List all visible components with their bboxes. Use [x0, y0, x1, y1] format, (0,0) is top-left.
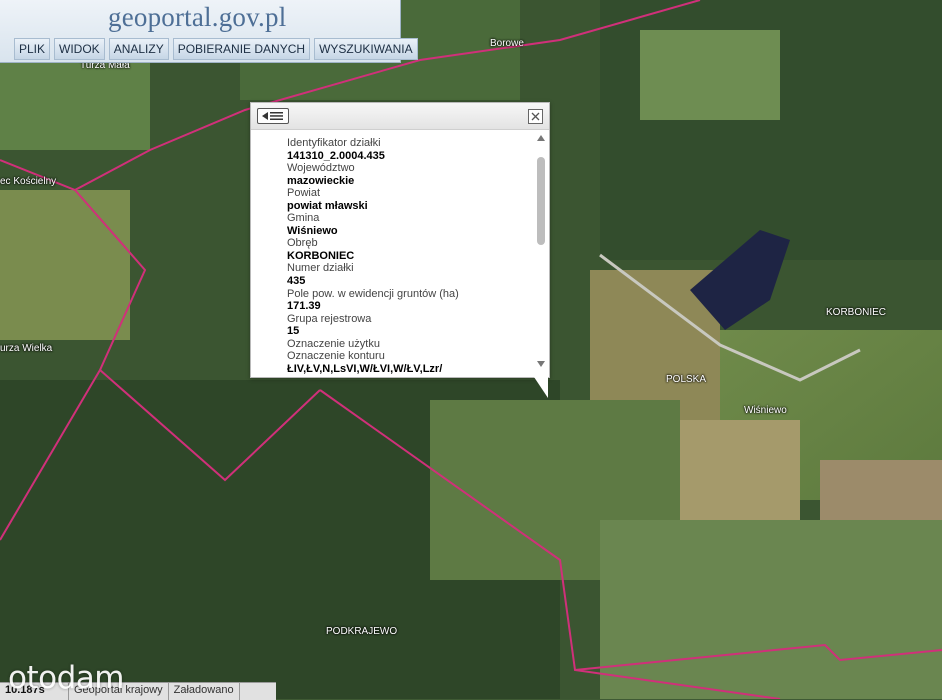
place-label-korboniec: KORBONIEC	[826, 307, 887, 318]
field-value: ŁIV,ŁV,N,LsVI,W/ŁVI,W/ŁV,Lzr/	[287, 362, 443, 375]
field-value: 15	[287, 325, 300, 338]
field	[0, 190, 130, 340]
place-label-turza-wielka: urza Wielka	[0, 343, 53, 354]
field-label: Gmina	[287, 212, 320, 225]
parcel-info-popup: Identyfikator działki 141310_2.0004.435 …	[250, 102, 550, 378]
place-label-borowe: Borowe	[490, 38, 524, 49]
field-value: mazowieckie	[287, 174, 355, 187]
popup-scrollbar[interactable]	[535, 131, 547, 371]
field-label: Oznaczenie użytku	[287, 337, 380, 350]
field-value: 435	[287, 275, 306, 288]
back-list-icon	[262, 112, 283, 120]
menu-widok[interactable]: WIDOK	[54, 38, 105, 60]
menu-wyszukiwania[interactable]: WYSZUKIWANIA	[314, 38, 418, 60]
popup-content: Identyfikator działki 141310_2.0004.435 …	[287, 137, 527, 375]
field	[0, 60, 150, 150]
field-value: Wiśniewo	[287, 224, 338, 237]
field-label: Oznaczenie konturu	[287, 350, 385, 363]
scroll-up-arrow-icon[interactable]	[536, 133, 546, 143]
app-header: geoportal.gov.pl PLIK WIDOK ANALIZY POBI…	[0, 0, 418, 63]
place-label-ec-koscielny: ec Kościelny	[0, 176, 57, 187]
scroll-thumb[interactable]	[537, 157, 545, 245]
menu-pobieranie-danych[interactable]: POBIERANIE DANYCH	[172, 38, 311, 60]
main-menu: PLIK WIDOK ANALIZY POBIERANIE DANYCH WYS…	[14, 38, 418, 60]
scroll-down-arrow-icon[interactable]	[536, 359, 546, 369]
field-value: powiat mławski	[287, 199, 368, 212]
watermark-logo: otodam	[8, 660, 124, 696]
back-button[interactable]	[257, 108, 289, 124]
field-label: Grupa rejestrowa	[287, 312, 372, 325]
field-label: Obręb	[287, 237, 318, 250]
field	[600, 520, 942, 699]
place-label-polska: POLSKA	[666, 374, 707, 385]
geoportal-logo[interactable]: geoportal.gov.pl	[108, 2, 286, 33]
field-value: 171.39	[287, 300, 321, 313]
field-label: Pole pow. w ewidencji gruntów (ha)	[287, 287, 459, 300]
field-label: Numer działki	[287, 262, 354, 275]
field-label: Województwo	[287, 162, 355, 175]
place-label-wisniewo: Wiśniewo	[744, 405, 787, 416]
menu-plik[interactable]: PLIK	[14, 38, 51, 60]
load-status: Załadowano	[169, 683, 240, 700]
popup-pointer	[532, 374, 548, 398]
field-label: Identyfikator działki	[287, 137, 381, 149]
place-label-podkrajewo: PODKRAJEWO	[326, 626, 398, 637]
popup-toolbar	[251, 103, 549, 130]
field	[640, 30, 780, 120]
field-value: KORBONIEC	[287, 249, 355, 262]
close-button[interactable]	[528, 109, 543, 124]
menu-analizy[interactable]: ANALIZY	[108, 38, 169, 60]
field-value: 141310_2.0004.435	[287, 149, 385, 162]
field-label: Powiat	[287, 187, 321, 200]
close-icon	[531, 112, 540, 121]
